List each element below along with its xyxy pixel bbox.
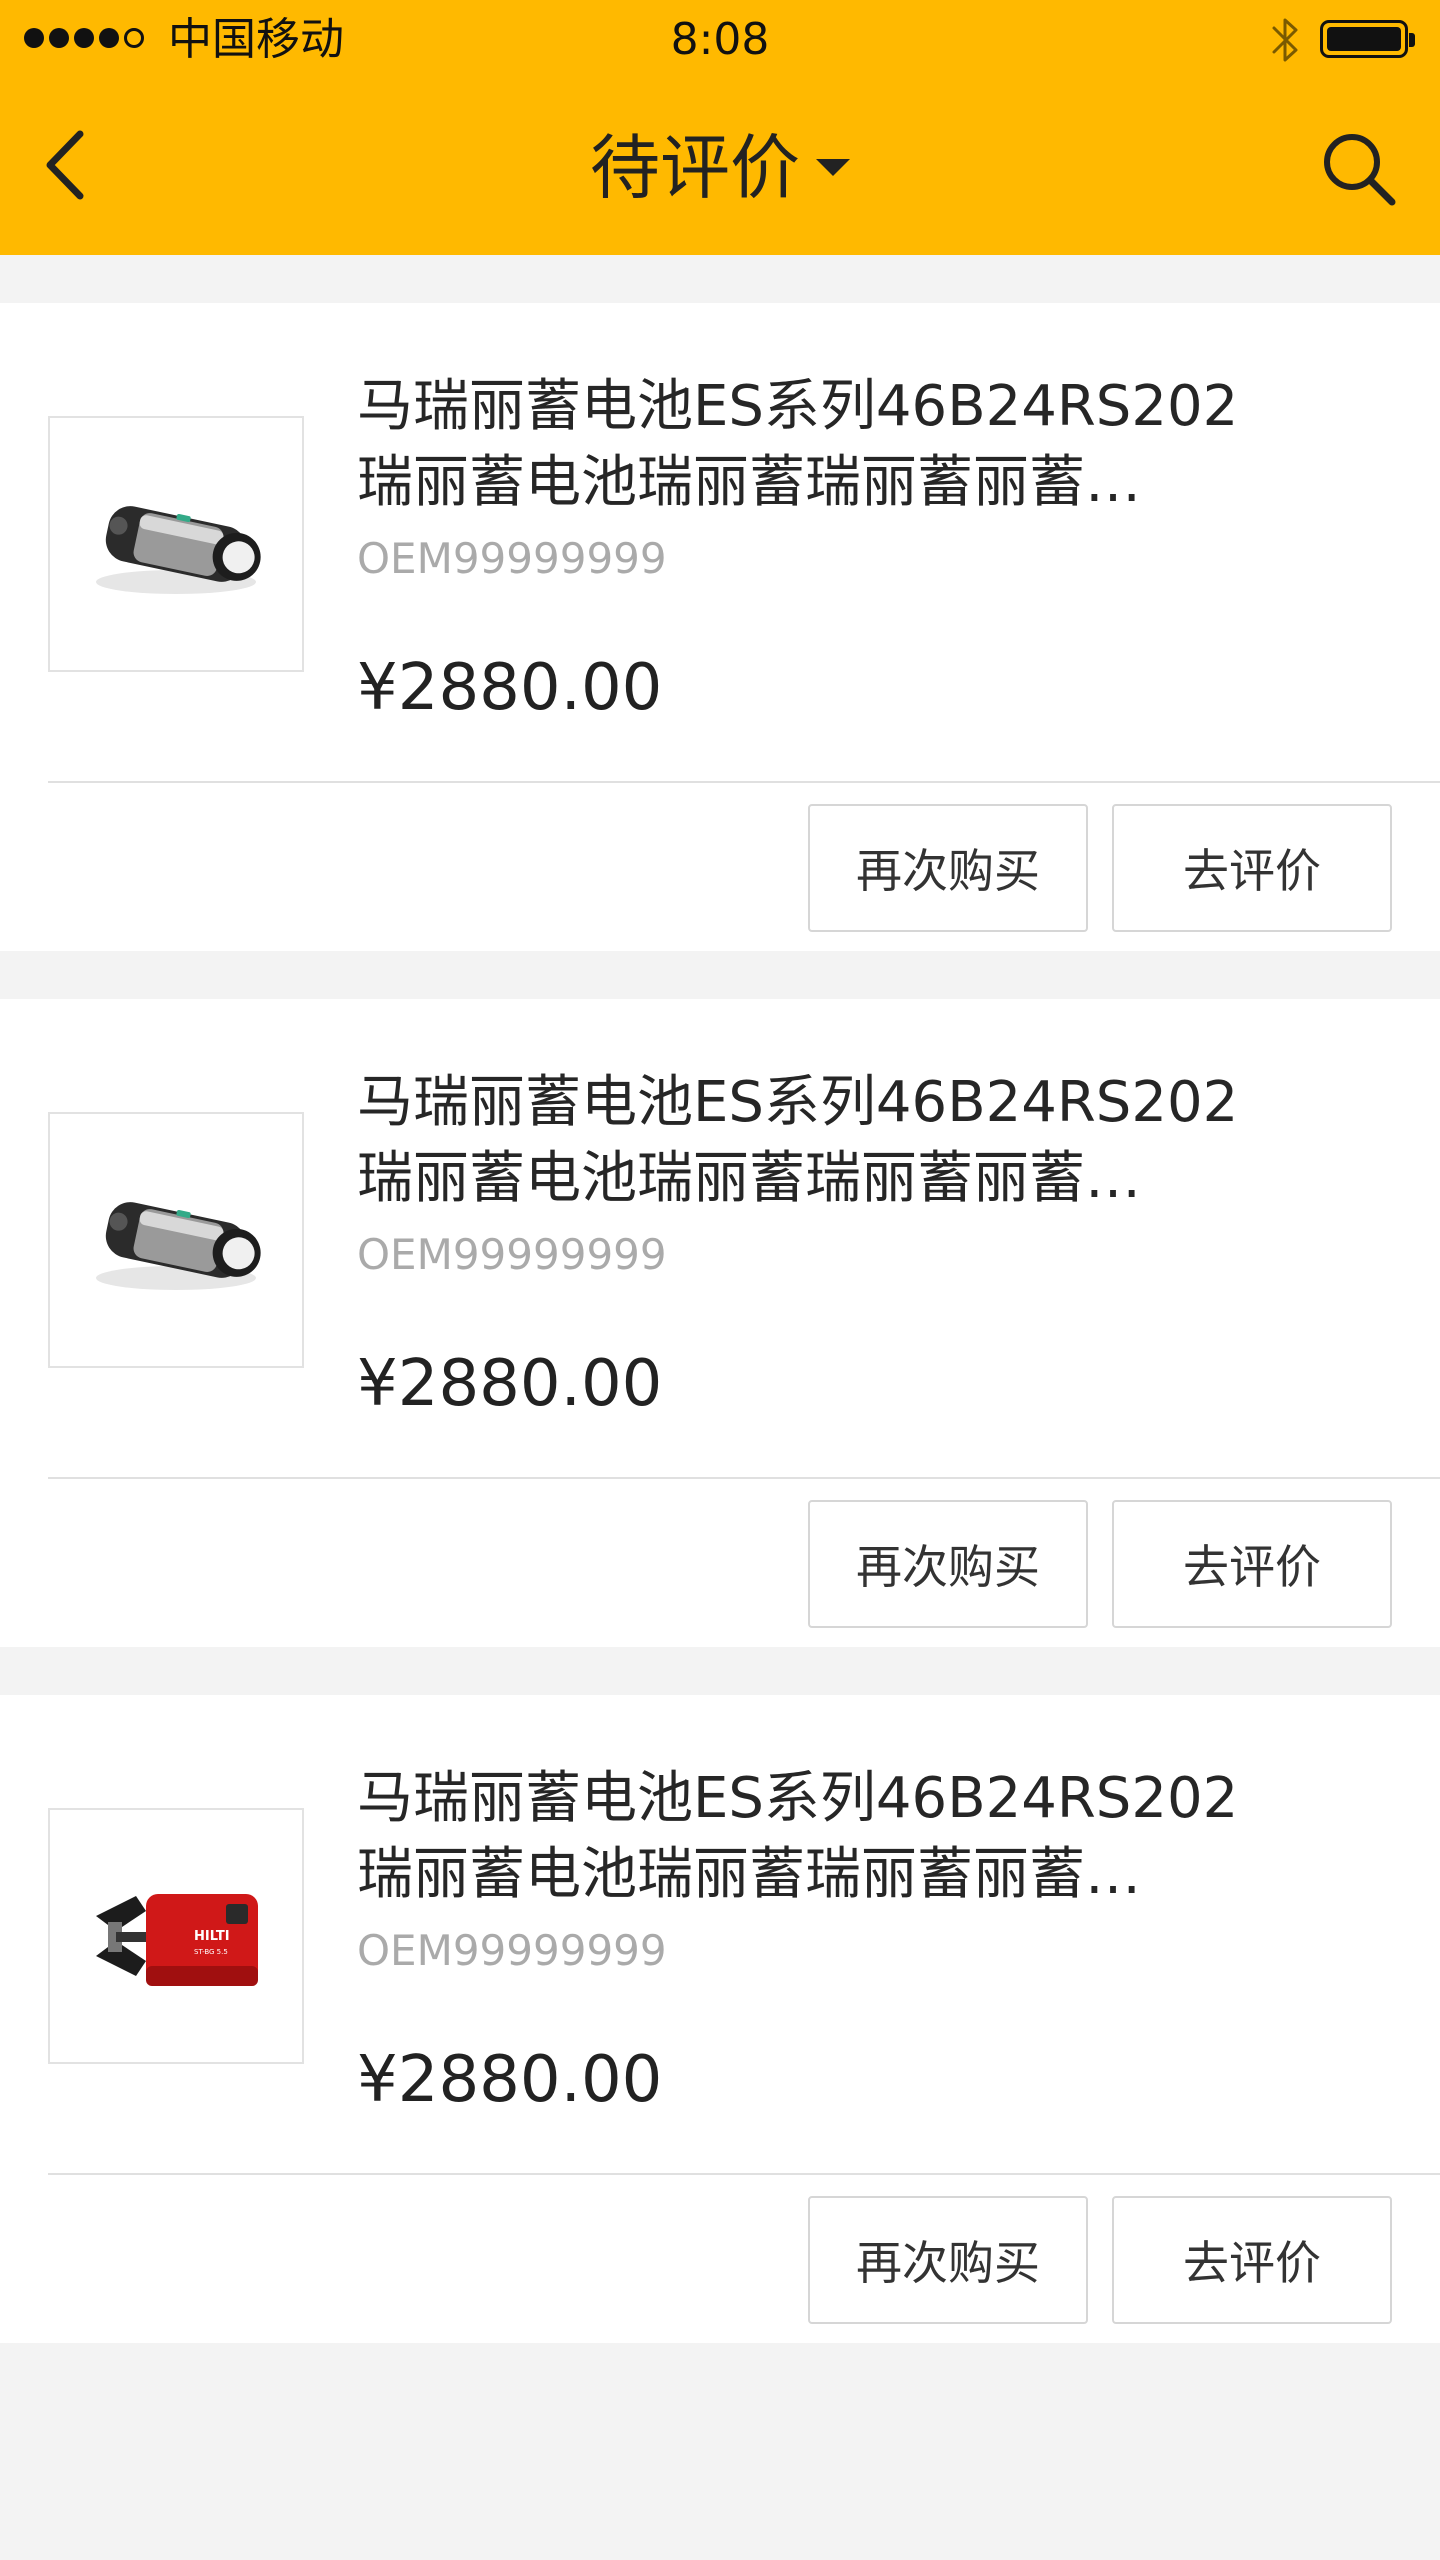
order-card: HILTI ST-BG 5.5 马瑞丽蓄电池ES系列46B24RS202 瑞丽蓄… (0, 1695, 1440, 2343)
battery-icon (1320, 20, 1415, 58)
product-title-line: 马瑞丽蓄电池ES系列46B24RS202 (357, 1766, 1239, 1831)
order-list: 马瑞丽蓄电池ES系列46B24RS202 瑞丽蓄电池瑞丽蓄瑞丽蓄丽蓄… OEM9… (0, 303, 1440, 2391)
product-code: OEM99999999 (357, 534, 667, 583)
product-title-line: 瑞丽蓄电池瑞丽蓄瑞丽蓄丽蓄… (357, 1842, 1141, 1907)
product-title[interactable]: 马瑞丽蓄电池ES系列46B24RS202 瑞丽蓄电池瑞丽蓄瑞丽蓄丽蓄… (357, 1761, 1257, 1913)
product-title-line: 马瑞丽蓄电池ES系列46B24RS202 (357, 374, 1239, 439)
product-code: OEM99999999 (357, 1230, 667, 1279)
order-card: 马瑞丽蓄电池ES系列46B24RS202 瑞丽蓄电池瑞丽蓄瑞丽蓄丽蓄… OEM9… (0, 999, 1440, 1647)
back-chevron-icon[interactable] (30, 120, 100, 210)
write-review-button[interactable]: 去评价 (1112, 1500, 1392, 1628)
product-thumbnail[interactable] (48, 416, 304, 672)
power-tool-product-image: HILTI ST-BG 5.5 (96, 1894, 258, 1986)
write-review-button[interactable]: 去评价 (1112, 2196, 1392, 2324)
product-title[interactable]: 马瑞丽蓄电池ES系列46B24RS202 瑞丽蓄电池瑞丽蓄瑞丽蓄丽蓄… (357, 369, 1257, 521)
camera-product-image (96, 506, 261, 594)
product-title-line: 瑞丽蓄电池瑞丽蓄瑞丽蓄丽蓄… (357, 450, 1141, 515)
product-thumbnail[interactable] (48, 1112, 304, 1368)
nav-bar: 待评价 (0, 80, 1440, 255)
app-header: 中国移动 8:08 待评价 (0, 0, 1440, 255)
filter-title-dropdown[interactable]: 待评价 (590, 123, 850, 213)
search-icon[interactable] (1316, 126, 1400, 210)
caret-down-icon (816, 159, 850, 176)
status-bar: 中国移动 8:08 (0, 0, 1440, 80)
write-review-button[interactable]: 去评价 (1112, 804, 1392, 932)
product-code: OEM99999999 (357, 1926, 667, 1975)
svg-text:ST-BG 5.5: ST-BG 5.5 (194, 1948, 228, 1956)
divider (48, 781, 1440, 783)
product-price: ¥2880.00 (357, 651, 663, 725)
product-title-line: 马瑞丽蓄电池ES系列46B24RS202 (357, 1070, 1239, 1135)
product-title[interactable]: 马瑞丽蓄电池ES系列46B24RS202 瑞丽蓄电池瑞丽蓄瑞丽蓄丽蓄… (357, 1065, 1257, 1217)
buy-again-button[interactable]: 再次购买 (808, 1500, 1088, 1628)
svg-text:HILTI: HILTI (194, 1929, 230, 1944)
product-price: ¥2880.00 (357, 1347, 663, 1421)
divider (48, 2173, 1440, 2175)
divider (48, 1477, 1440, 1479)
page-title: 待评价 (590, 126, 800, 209)
bluetooth-icon (1272, 18, 1298, 62)
product-title-line: 瑞丽蓄电池瑞丽蓄瑞丽蓄丽蓄… (357, 1146, 1141, 1211)
product-thumbnail[interactable]: HILTI ST-BG 5.5 (48, 1808, 304, 2064)
order-card: 马瑞丽蓄电池ES系列46B24RS202 瑞丽蓄电池瑞丽蓄瑞丽蓄丽蓄… OEM9… (0, 303, 1440, 951)
buy-again-button[interactable]: 再次购买 (808, 2196, 1088, 2324)
status-time: 8:08 (670, 14, 770, 65)
camera-product-image (96, 1202, 261, 1290)
buy-again-button[interactable]: 再次购买 (808, 804, 1088, 932)
product-price: ¥2880.00 (357, 2043, 663, 2117)
